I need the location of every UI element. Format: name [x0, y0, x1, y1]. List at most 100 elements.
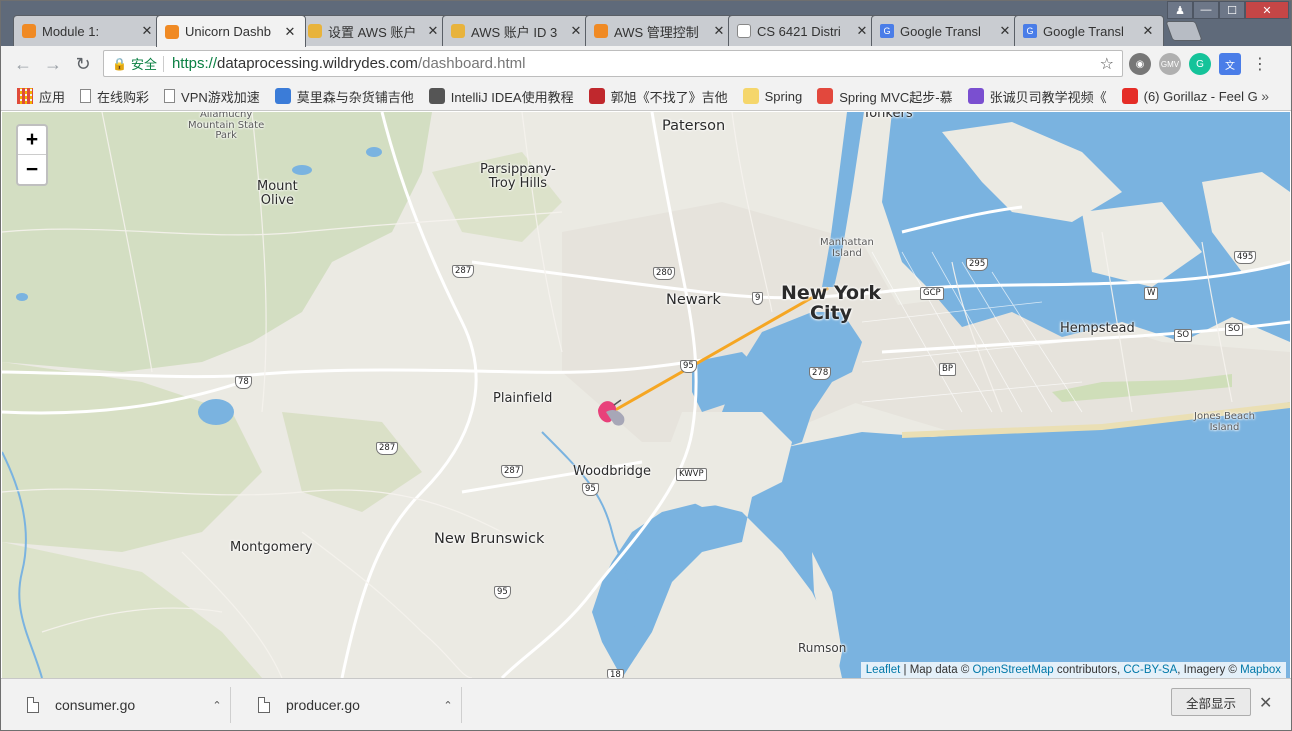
bookmark-item[interactable]: 莫里森与杂货铺吉他 [274, 87, 414, 106]
bookmark-item[interactable]: VPN游戏加速 [164, 87, 260, 106]
tab-close-icon[interactable]: ✕ [426, 23, 440, 38]
translate-extension-icon[interactable]: 文 [1219, 53, 1241, 75]
shield-route18: 18 [607, 669, 624, 678]
openstreetmap-link[interactable]: OpenStreetMap [973, 664, 1054, 676]
label-new-york-city: New York City [781, 282, 882, 324]
tab-title: AWS 账户 ID 3 [471, 24, 558, 40]
tab[interactable]: 设置 AWS 账户 ✕ [299, 15, 449, 46]
attribution-text: contributors, [1053, 664, 1124, 676]
label-yonkers: Yonkers [863, 112, 913, 121]
show-all-downloads-button[interactable]: 全部显示 [1171, 688, 1251, 716]
license-link[interactable]: CC-BY-SA [1123, 664, 1177, 676]
flame-icon [817, 88, 834, 104]
shield-i287: 287 [376, 442, 399, 455]
new-tab-button[interactable] [1165, 21, 1203, 41]
tab-title: 设置 AWS 账户 [328, 24, 417, 40]
shield-i280: 280 [653, 267, 676, 280]
bookmark-label: 郭旭《不找了》吉他 [610, 89, 728, 105]
tab[interactable]: Module 1: ✕ [13, 15, 163, 46]
minimize-button[interactable]: — [1193, 1, 1219, 19]
tab-close-icon[interactable]: ✕ [998, 23, 1012, 38]
google-translate-icon: G [880, 24, 894, 38]
chevron-up-icon[interactable]: ⌃ [204, 699, 230, 712]
tab-close-icon[interactable]: ✕ [140, 23, 154, 38]
shield-gcp: GCP [920, 287, 944, 300]
tab-close-icon[interactable]: ✕ [1141, 23, 1155, 38]
shield-so: SO [1174, 329, 1193, 342]
tab[interactable]: G Google Transl ✕ [1014, 15, 1164, 46]
reload-button[interactable]: ↻ [71, 52, 95, 76]
download-item[interactable]: consumer.go ⌃ [5, 687, 231, 723]
url-text[interactable]: https://dataprocessing.wildrydes.com/das… [172, 55, 1100, 72]
attribution-text: , Imagery © [1177, 664, 1241, 676]
tracking-extension-icon[interactable]: ◉ [1129, 53, 1151, 75]
tab[interactable]: AWS 账户 ID 3 ✕ [442, 15, 592, 46]
tab-close-icon[interactable]: ✕ [855, 23, 869, 38]
shield-i95: 95 [494, 586, 511, 599]
shield-so: SO [1225, 323, 1244, 336]
shield-kwvp: KWVP [676, 468, 707, 481]
aws-cube-icon [22, 24, 36, 38]
tab-strip: Module 1: ✕ Unicorn Dashb ✕ 设置 AWS 账户 ✕ AWS 账户… [1, 1, 1291, 47]
window-controls: ♟ — ☐ ✕ [1167, 1, 1289, 19]
label-woodbridge: Woodbridge [573, 464, 651, 479]
more-bookmarks-icon[interactable]: » [1261, 88, 1269, 104]
bookmark-item[interactable]: 张诚贝司教学视频《 [967, 87, 1107, 106]
menu-icon[interactable]: ⋮ [1249, 53, 1271, 75]
gmv-extension-icon[interactable]: GMV [1159, 53, 1181, 75]
bookmark-item[interactable]: (6) Gorillaz - Feel G [1121, 88, 1258, 104]
maximize-button[interactable]: ☐ [1219, 1, 1245, 19]
zoom-control: + − [16, 124, 48, 186]
bookmark-item[interactable]: Spring MVC起步-慕 [817, 87, 953, 106]
bookmark-star-icon[interactable]: ☆ [1100, 54, 1114, 74]
shield-w: W [1144, 287, 1159, 300]
grammarly-icon[interactable]: G [1189, 53, 1211, 75]
tab-close-icon[interactable]: ✕ [712, 23, 726, 38]
tab-title: Unicorn Dashb [185, 24, 271, 39]
apps-grid-icon [17, 88, 33, 104]
chevron-up-icon[interactable]: ⌃ [435, 699, 461, 712]
profile-icon[interactable]: ♟ [1167, 1, 1193, 19]
bookmark-item[interactable]: IntelliJ IDEA使用教程 [428, 87, 574, 106]
leaflet-link[interactable]: Leaflet [866, 664, 901, 676]
shield-bp: BP [939, 363, 956, 376]
bookmark-item[interactable]: 郭旭《不找了》吉他 [588, 87, 728, 106]
tab-close-icon[interactable]: ✕ [569, 23, 583, 38]
mapbox-link[interactable]: Mapbox [1240, 664, 1281, 676]
shield-i278: 278 [809, 367, 832, 380]
url-host: dataprocessing.wildrydes.com [217, 55, 418, 72]
bookmark-label: Spring [764, 88, 803, 104]
aws-box-icon [308, 24, 322, 38]
tab[interactable]: Unicorn Dashb ✕ [156, 15, 306, 47]
zoom-in-button[interactable]: + [18, 126, 46, 155]
back-button[interactable]: ← [11, 52, 35, 76]
bookmark-item[interactable]: Spring [742, 88, 803, 104]
shield-i287: 287 [501, 465, 524, 478]
zoom-out-button[interactable]: − [18, 155, 46, 184]
bookmark-label: (6) Gorillaz - Feel G [1143, 88, 1258, 104]
bookmark-label: IntelliJ IDEA使用教程 [450, 89, 574, 105]
window-close-button[interactable]: ✕ [1245, 1, 1289, 19]
label-newark: Newark [666, 292, 721, 308]
bookmark-item[interactable]: 在线购彩 [80, 87, 149, 106]
download-item[interactable]: producer.go ⌃ [236, 687, 462, 723]
tab[interactable]: AWS 管理控制 ✕ [585, 15, 735, 46]
map-view[interactable]: Allamuchy Mountain State Park Paterson Yon… [2, 112, 1290, 678]
shield-i78: 78 [235, 376, 252, 389]
tab-close-icon[interactable]: ✕ [283, 24, 297, 39]
bookmark-label: VPN游戏加速 [181, 89, 260, 105]
browser-toolbar: ← → ↻ 🔒 安全 https://dataprocessing.wildry… [1, 46, 1291, 82]
tab[interactable]: CS 6421 Distri ✕ [728, 15, 878, 46]
aws-box-icon [451, 24, 465, 38]
address-bar[interactable]: 🔒 安全 https://dataprocessing.wildrydes.co… [103, 50, 1123, 77]
download-filename: producer.go [286, 697, 360, 713]
label-rumson: Rumson [798, 641, 847, 655]
map-attribution: Leaflet | Map data © OpenStreetMap contr… [860, 662, 1286, 678]
bookmark-item[interactable]: 应用 [17, 87, 65, 106]
forward-button[interactable]: → [41, 52, 65, 76]
tab[interactable]: G Google Transl ✕ [871, 15, 1021, 46]
close-icon[interactable]: ✕ [1259, 693, 1272, 713]
bookmark-label: 张诚贝司教学视频《 [989, 89, 1107, 105]
label-parsippany: Parsippany- Troy Hills [480, 162, 556, 191]
ji-icon [588, 88, 605, 104]
